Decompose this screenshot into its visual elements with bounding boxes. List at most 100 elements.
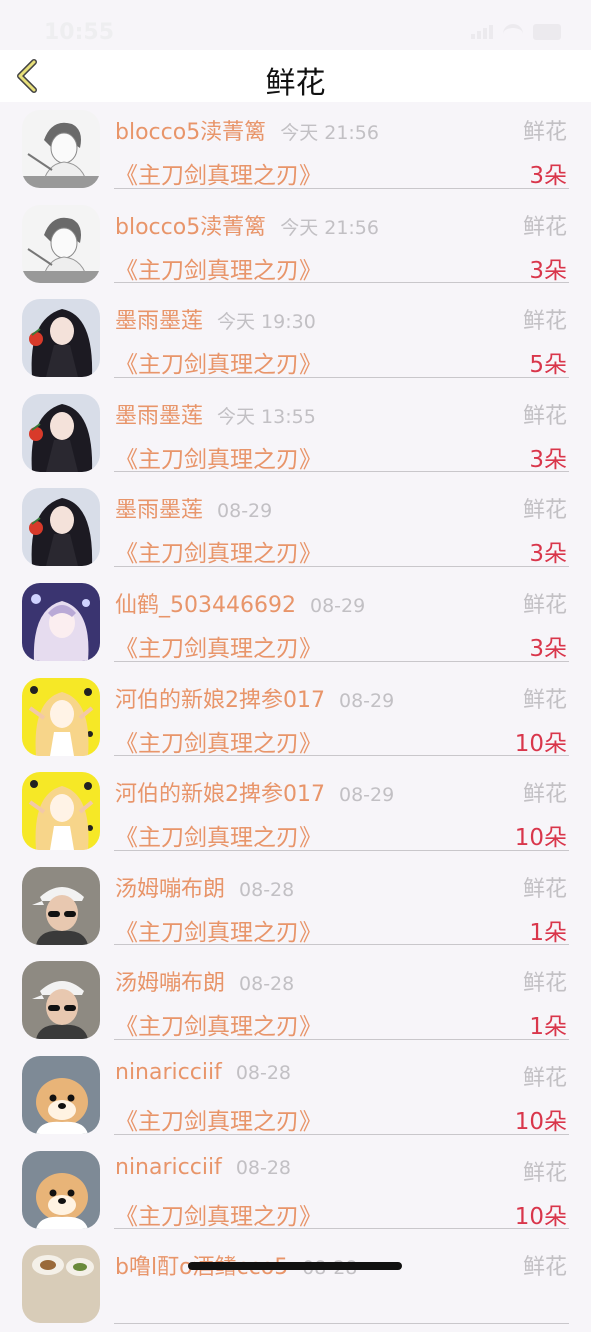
gift-count: 10朵 — [514, 730, 567, 757]
divider — [114, 1133, 569, 1135]
gift-count: 3朵 — [529, 635, 567, 662]
book-title[interactable]: 《主刀剑真理之刃》 — [115, 913, 322, 947]
list-item[interactable]: 汤姆嘣布朗 08-28 鲜花 《主刀剑真理之刃》 1朵 — [0, 953, 591, 1048]
wifi-icon — [503, 24, 523, 40]
divider — [114, 1322, 569, 1324]
avatar[interactable] — [22, 1055, 100, 1134]
gift-type: 鲜花 — [522, 214, 567, 240]
gift-count: 3朵 — [529, 257, 567, 284]
avatar[interactable] — [22, 772, 100, 851]
list-item[interactable]: ninaricciif 08-28 鲜花《主刀剑真理之刃》 10朵 — [0, 1143, 591, 1238]
gift-count: 3朵 — [529, 541, 567, 568]
gift-list: blocco5渎菁篱 今天 21:56 鲜花 《主刀剑真理之刃》 3朵 blocco5渎菁… — [0, 102, 591, 1332]
user-name[interactable]: ninaricciif — [115, 1060, 222, 1085]
user-name[interactable]: 墨雨墨莲 — [115, 309, 203, 334]
list-item[interactable]: 墨雨墨莲 今天 19:30 鲜花《主刀剑真理之刃》 5朵 — [0, 291, 591, 386]
status-bar: 10:55 — [0, 0, 591, 50]
book-title[interactable]: 《主刀剑真理之刃》 — [115, 251, 322, 285]
list-item[interactable]: ninaricciif 08-28 鲜花 《主刀剑真理之刃》 10朵 — [0, 1048, 591, 1143]
user-name[interactable]: 汤姆嘣布朗 — [115, 877, 225, 902]
list-item[interactable]: 汤姆嘣布朗 08-28 鲜花 《主刀剑真理之刃》 1朵 — [0, 859, 591, 954]
book-title[interactable]: 《主刀剑真理之刃》 — [115, 629, 322, 663]
gift-count: 3朵 — [529, 446, 567, 473]
divider — [114, 376, 569, 378]
list-item[interactable]: 墨雨墨莲 08-29 鲜花 《主刀剑真理之刃》 3朵 — [0, 480, 591, 575]
gift-type: 鲜花 — [522, 120, 567, 145]
divider — [114, 187, 569, 189]
avatar[interactable] — [22, 393, 100, 472]
book-title[interactable]: 《主刀剑真理之刃》 — [115, 534, 322, 568]
list-item[interactable]: 墨雨墨莲 今天 13:55 鲜花 《主刀剑真理之刃》 3朵 — [0, 386, 591, 481]
divider — [114, 282, 569, 284]
timestamp: 今天 19:30 — [217, 311, 316, 334]
gift-count: 1朵 — [529, 919, 567, 946]
timestamp: 08-28 — [239, 973, 295, 996]
timestamp: 08-28 — [239, 878, 295, 901]
list-item[interactable]: 河伯的新娘2捭参017 08-29 鲜花 《主刀剑真理之刃》 10朵 — [0, 764, 591, 859]
avatar[interactable] — [22, 582, 100, 661]
avatar[interactable] — [22, 677, 100, 756]
list-item[interactable]: blocco5渎菁篱 今天 21:56 鲜花《主刀剑真理之刃》 3朵 — [0, 197, 591, 292]
gift-type: 鲜花 — [522, 971, 567, 997]
timestamp: 08-29 — [339, 689, 395, 712]
book-title[interactable]: 《主刀剑真理之刃》 — [115, 345, 322, 379]
gift-type: 鲜花 — [522, 1255, 567, 1281]
list-item[interactable]: 仙鹤_503446692 08-29 鲜花《主刀剑真理之刃》 3朵 — [0, 575, 591, 670]
timestamp: 08-29 — [339, 784, 395, 807]
user-name[interactable]: 汤姆嘣布朗 — [115, 971, 225, 996]
timestamp: 08-28 — [235, 1156, 292, 1179]
gift-count: 10朵 — [514, 1203, 567, 1230]
gift-count: 5朵 — [529, 352, 567, 379]
book-title[interactable]: 《主刀剑真理之刃》 — [115, 724, 322, 758]
user-name[interactable]: ninaricciif — [115, 1155, 222, 1180]
gift-type: 鲜花 — [522, 592, 567, 618]
gift-type: 鲜花 — [522, 309, 567, 335]
book-title[interactable]: 《主刀剑真理之刃》 — [115, 1007, 322, 1041]
anime-dark-avatar — [22, 393, 100, 472]
avatar[interactable] — [22, 961, 100, 1040]
gift-count: 10朵 — [514, 825, 567, 852]
avatar[interactable] — [22, 1150, 100, 1229]
user-name[interactable]: 墨雨墨莲 — [115, 498, 203, 523]
gift-type: 鲜花 — [522, 403, 567, 429]
dog-avatar — [22, 1150, 100, 1229]
list-item[interactable]: blocco5渎菁篱 今天 21:56 鲜花 《主刀剑真理之刃》 3朵 — [0, 102, 591, 197]
avatar[interactable] — [22, 488, 100, 567]
avatar[interactable] — [22, 299, 100, 378]
book-title[interactable]: 《主刀剑真理之刃》 — [115, 1102, 322, 1136]
gift-type: 鲜花 — [522, 498, 567, 524]
list-item[interactable]: 河伯的新娘2捭参017 08-29 鲜花《主刀剑真理之刃》 10朵 — [0, 670, 591, 765]
user-name[interactable]: 仙鹤_503446692 — [115, 593, 296, 618]
book-title[interactable]: 《主刀剑真理之刃》 — [115, 818, 322, 852]
user-name[interactable]: blocco5渎菁篱 — [115, 120, 266, 145]
avatar[interactable] — [22, 204, 100, 283]
avatar[interactable] — [22, 110, 100, 188]
divider — [114, 849, 569, 851]
anime-dark-avatar — [22, 299, 100, 378]
battery-icon — [533, 24, 561, 40]
gift-type: 鲜花 — [522, 687, 567, 713]
timestamp: 08-28 — [235, 1061, 292, 1084]
timestamp: 08-29 — [309, 594, 366, 617]
sketch-avatar — [22, 110, 100, 188]
nav-bar: 鲜花 — [0, 50, 591, 102]
user-name[interactable]: blocco5渎菁篱 — [115, 215, 266, 240]
avatar[interactable] — [22, 866, 100, 945]
sketch-avatar — [22, 204, 100, 283]
timestamp: 今天 21:56 — [280, 216, 379, 239]
divider — [114, 944, 569, 946]
user-name[interactable]: 河伯的新娘2捭参017 — [115, 782, 325, 807]
book-title[interactable]: 《主刀剑真理之刃》 — [115, 1197, 322, 1231]
anime-yellow-avatar — [22, 677, 100, 756]
home-indicator[interactable] — [188, 1262, 402, 1270]
anime-yellow-avatar — [22, 772, 100, 851]
list-item[interactable]: b噜l酊o酒鳍cco508-28鲜花 — [0, 1237, 591, 1332]
timestamp: 今天 21:56 — [280, 122, 379, 144]
gift-count: 10朵 — [514, 1108, 567, 1135]
user-name[interactable]: 墨雨墨莲 — [115, 404, 203, 429]
avatar[interactable] — [22, 1245, 100, 1324]
gift-type: 鲜花 — [522, 1160, 567, 1186]
book-title[interactable]: 《主刀剑真理之刃》 — [115, 440, 322, 474]
book-title[interactable]: 《主刀剑真理之刃》 — [115, 156, 322, 190]
user-name[interactable]: 河伯的新娘2捭参017 — [115, 688, 325, 713]
